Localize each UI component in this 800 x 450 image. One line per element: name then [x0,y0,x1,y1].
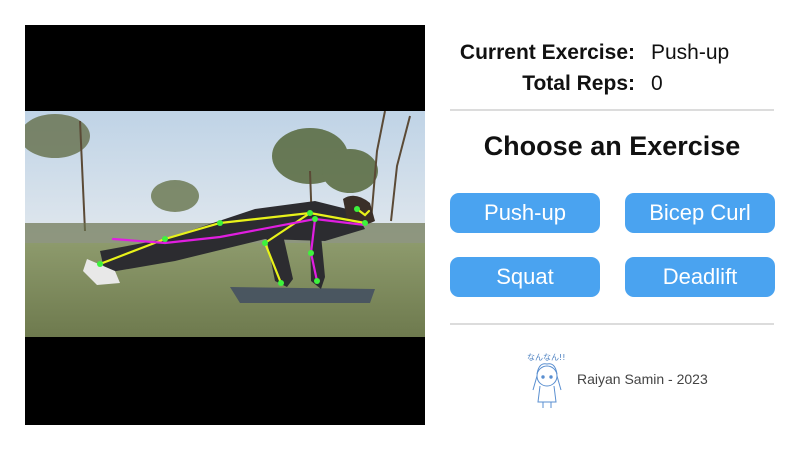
camera-frame [25,111,425,337]
choose-exercise-heading: Choose an Exercise [483,131,741,161]
current-exercise-label: Current Exercise: [459,41,635,64]
total-reps-row: Total Reps: 0 [437,70,787,98]
squat-button[interactable]: Squat [450,257,600,297]
divider-bottom [450,323,774,325]
current-exercise-row: Current Exercise: Push-up [437,39,787,67]
current-exercise-value: Push-up [651,41,730,64]
bicep-curl-button[interactable]: Bicep Curl [625,193,775,233]
pushup-button[interactable]: Push-up [450,193,600,233]
total-reps-value: 0 [651,72,663,95]
video-feed [25,25,425,425]
control-panel: Current Exercise: Push-up Total Reps: 0 … [437,25,787,425]
mascot-handwriting: なんなん!! [527,353,565,362]
mascot-icon: なんなん!! [527,353,565,408]
exercise-mat [230,287,375,303]
total-reps-label: Total Reps: [522,72,635,95]
deadlift-button[interactable]: Deadlift [625,257,775,297]
author-credit: Raiyan Samin - 2023 [577,371,708,387]
divider-top [450,109,774,111]
